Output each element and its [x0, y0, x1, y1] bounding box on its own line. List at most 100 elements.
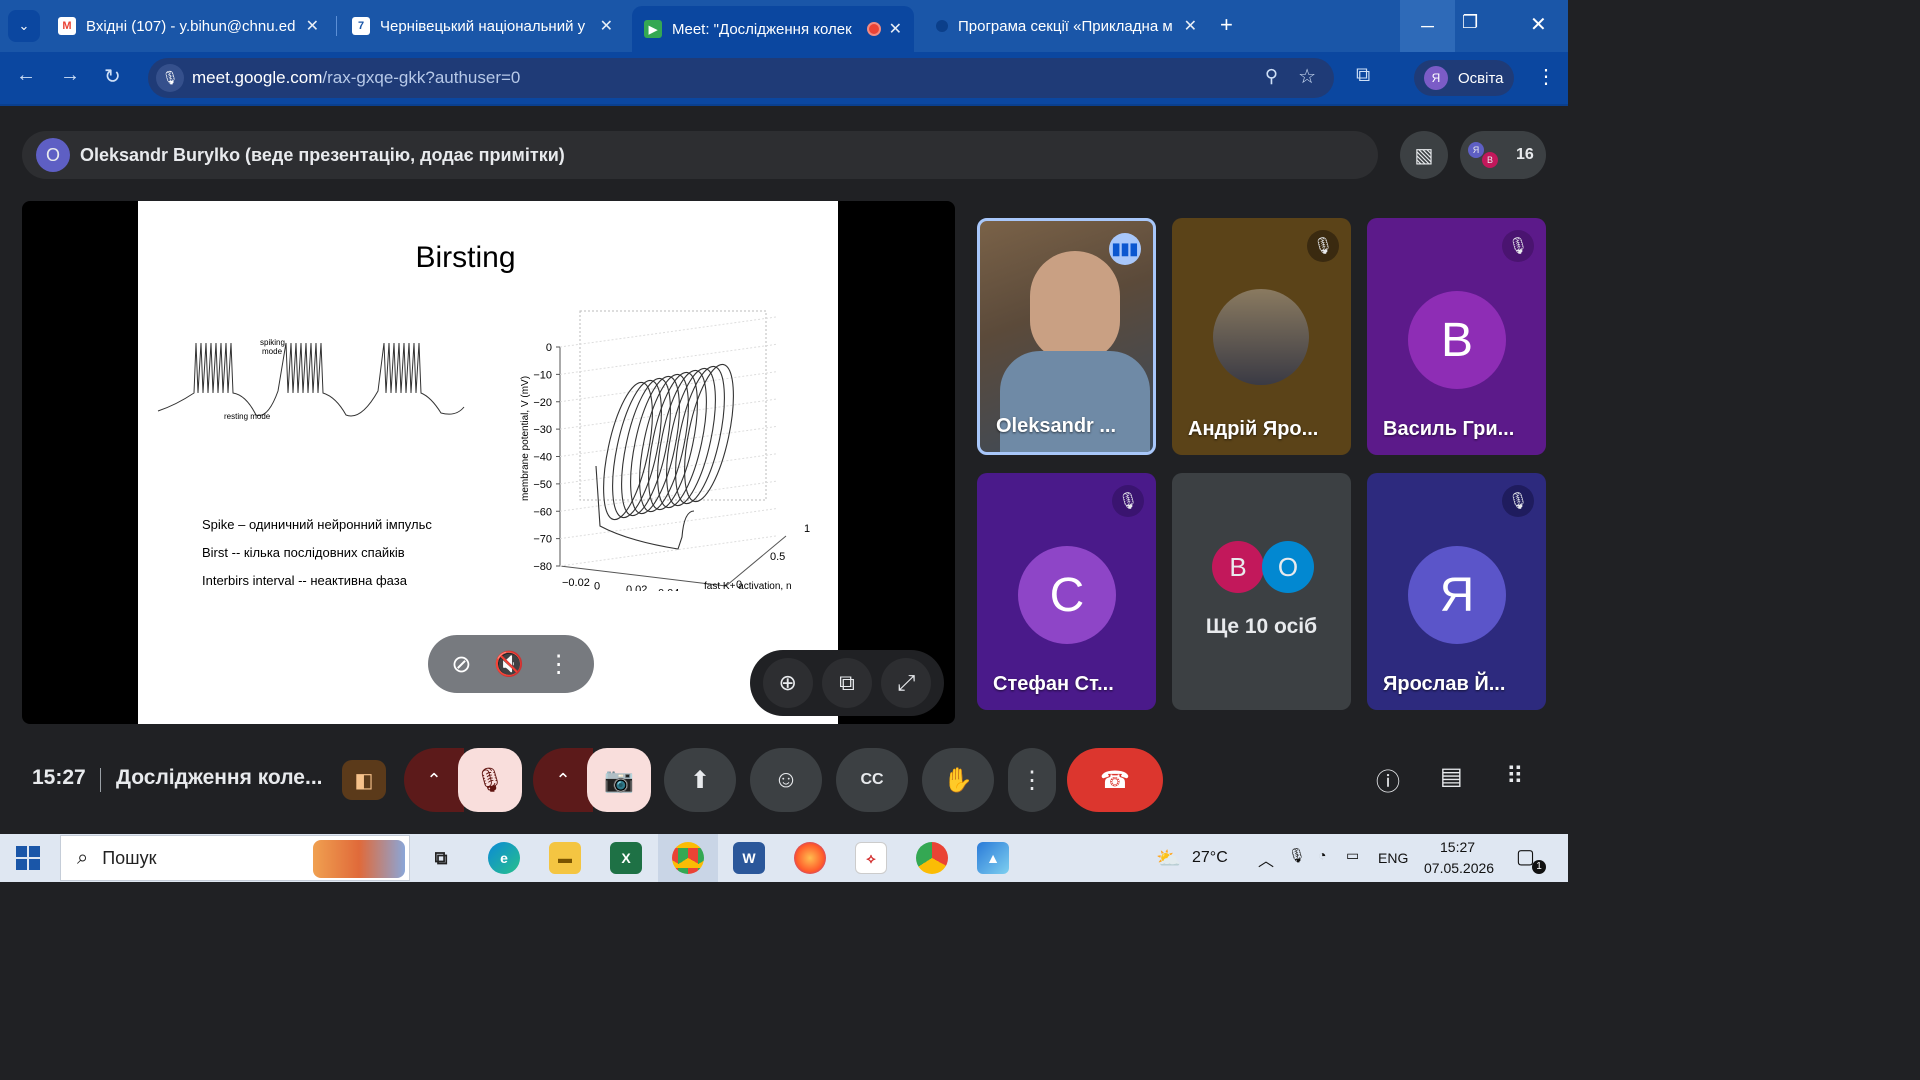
word-icon[interactable]: W [733, 842, 765, 874]
chrome-profile-icon[interactable] [916, 842, 948, 874]
notification-count: 1 [1532, 860, 1546, 874]
meet-icon: ▶ [644, 20, 662, 38]
new-tab-button[interactable]: + [1220, 12, 1233, 38]
participant-video [1030, 251, 1120, 361]
reload-icon[interactable]: ↻ [104, 64, 121, 89]
presenter-banner: O Oleksandr Burylko (веде презентацію, д… [22, 131, 1378, 179]
x-tick-label: −0.02 [562, 577, 590, 589]
x-tick-label: 0 [594, 581, 600, 592]
pop-out-icon[interactable]: ⧉ [821, 658, 872, 708]
participant-avatar-mini: В [1482, 152, 1498, 168]
restore-button[interactable]: ❐ [1462, 12, 1478, 33]
hide-tiles-button[interactable]: ▧ [1400, 131, 1448, 179]
more-participants-tile[interactable]: В О Ще 10 осіб [1172, 473, 1351, 710]
participant-tile[interactable]: С 🎙 Стефан Ст... [977, 473, 1156, 710]
participant-tile[interactable]: ▮▮▮ Oleksandr ... [977, 218, 1156, 455]
participant-tile[interactable]: Я 🎙 Ярослав Й... [1367, 473, 1546, 710]
start-icon[interactable] [16, 846, 40, 870]
wifi-icon[interactable]: ◔ [1318, 847, 1326, 863]
address-bar[interactable]: 🎙 meet.google.com/rax-gxqe-gkk?authuser=… [148, 58, 1334, 98]
task-view-icon[interactable]: ⧉ [425, 842, 457, 874]
more-options-icon[interactable]: ⋮ [547, 650, 571, 679]
close-tab-icon[interactable]: ✕ [1184, 16, 1197, 36]
battery-icon[interactable]: ▭ [1346, 847, 1359, 864]
file-explorer-icon[interactable]: ▬ [549, 842, 581, 874]
forward-icon[interactable]: → [60, 64, 80, 87]
microphone-tray-icon[interactable]: 🎙 [1288, 847, 1306, 864]
chrome-icon[interactable] [672, 842, 704, 874]
microphone-toggle-button[interactable]: 🎙 [458, 748, 522, 812]
y-grid-line [559, 508, 777, 540]
browser-menu-icon[interactable]: ⋮ [1536, 64, 1556, 89]
tray-time[interactable]: 15:27 [1440, 839, 1475, 855]
participant-avatar: О [1262, 541, 1314, 593]
close-tab-icon[interactable]: ✕ [600, 16, 613, 36]
more-participants-label: Ще 10 осіб [1205, 615, 1318, 638]
tab-title: Meet: "Дослідження колек [672, 20, 852, 38]
zoom-icon[interactable]: ⚲ [1265, 66, 1278, 87]
browser-tab-bar: ⌄ M Вхідні (107) - y.bihun@chnu.ed ✕ 7 Ч… [0, 0, 1568, 52]
video-options-button[interactable]: ⌃ [533, 748, 593, 812]
close-window-button[interactable]: ✕ [1530, 12, 1547, 37]
weather-temp[interactable]: 27°C [1192, 849, 1228, 867]
speaking-indicator-icon: ▮▮▮ [1109, 233, 1141, 265]
participant-count: 16 [1516, 146, 1534, 163]
tray-date[interactable]: 07.05.2026 [1424, 860, 1494, 876]
meeting-room-button[interactable]: ◧ [342, 760, 386, 800]
fullscreen-icon[interactable]: ⤢ [881, 658, 932, 708]
participant-tile[interactable]: 🎙 Андрій Яро... [1172, 218, 1351, 455]
leave-call-button[interactable]: ☎ [1067, 748, 1163, 812]
tab-title: Програма секції «Прикладна м [958, 17, 1173, 35]
presenter-text: Oleksandr Burylko (веде презентацію, дод… [80, 144, 565, 165]
raise-hand-button[interactable]: ✋ [922, 748, 994, 812]
profile-button[interactable]: Я Освіта [1414, 60, 1514, 96]
close-tab-icon[interactable]: ✕ [306, 16, 319, 36]
tab-search-button[interactable]: ⌄ [8, 10, 40, 42]
y-grid-line [559, 480, 777, 512]
participant-avatar: С [1018, 546, 1116, 644]
tab-chnu[interactable]: 7 Чернівецький національний у ✕ [340, 8, 625, 44]
present-screen-button[interactable]: ⬆ [664, 748, 736, 812]
language-indicator[interactable]: ENG [1378, 850, 1408, 866]
camera-toggle-button[interactable]: 📷 [587, 748, 651, 812]
trajectory-slow-phase [595, 465, 695, 550]
taskbar-search[interactable]: ⌕ Пошук [60, 835, 410, 881]
bookmark-star-icon[interactable]: ☆ [1298, 64, 1316, 89]
captions-button[interactable]: CC [836, 748, 908, 812]
excel-icon[interactable]: X [610, 842, 642, 874]
photos-icon[interactable]: ▲ [977, 842, 1009, 874]
acrobat-icon[interactable]: ⟡ [855, 842, 887, 874]
extensions-icon[interactable]: ⧉ [1356, 64, 1370, 87]
microphone-permission-icon[interactable]: 🎙 [156, 64, 184, 92]
minimize-button[interactable]: ─ [1400, 0, 1455, 52]
participants-button[interactable]: Я В 16 [1460, 131, 1546, 179]
edge-icon[interactable]: e [488, 842, 520, 874]
activities-icon[interactable]: ⠿ [1506, 762, 1524, 791]
y-tick-label: −60 [533, 506, 552, 518]
y-tick-label: −80 [533, 561, 552, 573]
more-options-button[interactable]: ⋮ [1008, 748, 1056, 812]
tab-gmail[interactable]: M Вхідні (107) - y.bihun@chnu.ed ✕ [46, 8, 331, 44]
firefox-icon[interactable] [794, 842, 826, 874]
participant-tile[interactable]: В 🎙 Василь Гри... [1367, 218, 1546, 455]
close-tab-icon[interactable]: ✕ [889, 19, 902, 39]
recording-icon [866, 22, 881, 36]
y-grid-line [559, 316, 777, 348]
meeting-details-icon[interactable]: ⓘ [1376, 762, 1400, 797]
tray-expand-icon[interactable]: ︿ [1258, 847, 1274, 871]
mute-for-me-icon[interactable]: 🔇 [494, 650, 524, 679]
participant-name: Андрій Яро... [1188, 418, 1319, 440]
back-icon[interactable]: ← [16, 64, 36, 87]
tab-program[interactable]: Програма секції «Прикладна м ✕ [924, 8, 1209, 44]
slide-bullet: Interbirs interval -- неактивна фаза [202, 573, 407, 588]
zoom-in-icon[interactable]: ⊕ [762, 658, 813, 708]
doc-icon [936, 20, 948, 32]
emoji-reaction-button[interactable]: ☺ [750, 748, 822, 812]
audio-options-button[interactable]: ⌃ [404, 748, 464, 812]
chat-icon[interactable]: ▤ [1440, 762, 1463, 791]
trace-label-mode: mode [262, 347, 283, 356]
z-tick-label: 1 [804, 523, 810, 535]
participant-name: Василь Гри... [1383, 418, 1515, 440]
tab-meet[interactable]: ▶ Meet: "Дослідження колек ✕ [632, 6, 914, 52]
unpin-icon[interactable]: ⊘ [451, 650, 471, 679]
